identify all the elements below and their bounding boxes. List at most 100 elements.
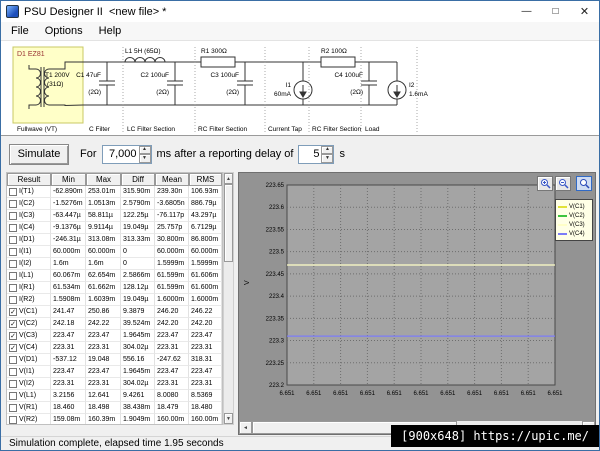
chart-plot[interactable]: 6.651 6.651 6.651 6.651 6.651 6.651 6.651 6.651… bbox=[239, 173, 595, 411]
row-checkbox[interactable] bbox=[9, 415, 17, 424]
result-label: V(D1) bbox=[19, 356, 38, 363]
row-checkbox[interactable] bbox=[9, 283, 17, 292]
table-row[interactable]: I(C3) -63.447µ 58.811µ 122.25µ -76.117p 43.29… bbox=[7, 210, 222, 222]
label-r2: R2 100Ω bbox=[321, 48, 347, 55]
menu-options[interactable]: Options bbox=[37, 23, 91, 39]
legend-label: V(C2) bbox=[569, 212, 585, 219]
menu-file[interactable]: File bbox=[3, 23, 37, 39]
table-row[interactable]: ✓ V(C2) 242.18 242.22 39.524m 242.20 242.20 bbox=[7, 318, 222, 330]
results-vertical-scrollbar[interactable]: ▲ ▼ bbox=[223, 172, 234, 425]
zoom-extents-button[interactable] bbox=[576, 176, 592, 191]
row-checkbox[interactable] bbox=[9, 259, 17, 268]
row-checkbox[interactable] bbox=[9, 391, 17, 400]
magnifier-plus-icon bbox=[540, 179, 551, 189]
row-checkbox[interactable] bbox=[9, 199, 17, 208]
row-checkbox[interactable] bbox=[9, 355, 17, 364]
table-row[interactable]: ✓ V(C3) 223.47 223.47 1.9645m 223.47 223.47 bbox=[7, 330, 222, 342]
section-label-fullwave: Fullwave (VT) bbox=[17, 126, 57, 133]
result-value: 86.800m bbox=[189, 234, 222, 246]
result-cell: V(I2) bbox=[7, 378, 51, 390]
row-checkbox[interactable] bbox=[9, 223, 17, 232]
zoom-in-button[interactable] bbox=[537, 176, 553, 191]
row-checkbox[interactable] bbox=[9, 235, 17, 244]
capacitor-c4[interactable] bbox=[361, 62, 377, 105]
result-cell: ✓ V(C2) bbox=[7, 318, 51, 330]
table-row[interactable]: I(C4) -9.1376µ 9.9114µ 19.049µ 25.757p 6.7129… bbox=[7, 222, 222, 234]
result-value: 223.31 bbox=[155, 378, 189, 390]
capacitor-c1[interactable] bbox=[99, 62, 115, 105]
row-checkbox[interactable] bbox=[9, 367, 17, 376]
table-row[interactable]: V(D1) -537.12 19.048 556.16 -247.62 318.31 bbox=[7, 354, 222, 366]
row-checkbox[interactable]: ✓ bbox=[9, 343, 17, 352]
table-row[interactable]: I(R2) 1.5908m 1.6039m 19.049µ 1.6000m 1.6000m bbox=[7, 294, 222, 306]
resistor-r1[interactable] bbox=[200, 56, 236, 68]
label-t1-impedance: (31Ω) bbox=[47, 81, 63, 88]
schematic-svg[interactable]: D1 EZ81 T1 200V (31Ω) C1 47uF (2Ω) L1 5H… bbox=[5, 41, 597, 136]
scroll-up-button[interactable]: ▲ bbox=[224, 173, 233, 184]
table-row[interactable]: ✓ V(C4) 223.31 223.31 304.02µ 223.31 223.31 bbox=[7, 342, 222, 354]
row-checkbox[interactable]: ✓ bbox=[9, 319, 17, 328]
table-row[interactable]: I(D1) -246.31µ 313.08m 313.33m 30.800m 86.800… bbox=[7, 234, 222, 246]
duration-spinner: ▲ ▼ bbox=[101, 144, 152, 164]
result-label: V(I2) bbox=[19, 380, 35, 387]
capacitor-c2[interactable] bbox=[167, 62, 183, 105]
result-cell: I(R1) bbox=[7, 282, 51, 294]
scroll-down-button[interactable]: ▼ bbox=[224, 413, 233, 424]
result-value: 223.31 bbox=[51, 378, 86, 390]
inductor-l1[interactable] bbox=[124, 57, 166, 63]
capacitor-c3[interactable] bbox=[237, 62, 253, 105]
result-value: 60.067m bbox=[51, 270, 86, 282]
load-i2[interactable] bbox=[387, 62, 407, 105]
row-checkbox[interactable]: ✓ bbox=[9, 307, 17, 316]
close-button[interactable]: ✕ bbox=[570, 1, 599, 22]
row-checkbox[interactable] bbox=[9, 247, 17, 256]
duration-input[interactable] bbox=[102, 145, 139, 163]
result-value: 19.049µ bbox=[121, 222, 155, 234]
table-row[interactable]: V(R2) 159.08m 160.39m 1.9049m 160.00m 160.00m bbox=[7, 414, 222, 424]
table-row[interactable]: I(T1) -62.890m 253.01m 315.90m 239.30n 106.93… bbox=[7, 186, 222, 198]
delay-down-button[interactable]: ▼ bbox=[321, 154, 334, 163]
result-value: 60.000m bbox=[86, 246, 121, 258]
result-value: 1.6039m bbox=[86, 294, 121, 306]
row-checkbox[interactable]: ✓ bbox=[9, 331, 17, 340]
table-row[interactable]: I(I1) 60.000m 60.000m 0 60.000m 60.000m bbox=[7, 246, 222, 258]
zoom-out-button[interactable] bbox=[555, 176, 571, 191]
table-row[interactable]: I(C2) -1.5276m 1.0513m 2.5790m -3.6805n 886.7… bbox=[7, 198, 222, 210]
table-row[interactable]: V(I1) 223.47 223.47 1.9645m 223.47 223.47 bbox=[7, 366, 222, 378]
duration-down-button[interactable]: ▼ bbox=[138, 154, 151, 163]
table-row[interactable]: ✓ V(C1) 241.47 250.86 9.3879 246.20 246.22 bbox=[7, 306, 222, 318]
y-tick-label: 223.65 bbox=[266, 183, 285, 189]
row-checkbox[interactable] bbox=[9, 379, 17, 388]
y-tick-label: 223.6 bbox=[269, 205, 285, 211]
row-checkbox[interactable] bbox=[9, 211, 17, 220]
delay-input[interactable] bbox=[299, 145, 322, 163]
menu-help[interactable]: Help bbox=[91, 23, 130, 39]
simulate-button[interactable]: Simulate bbox=[9, 143, 69, 165]
result-label: V(C3) bbox=[19, 332, 38, 339]
table-row[interactable]: V(L1) 3.2156 12.641 9.4261 8.0080 8.5369 bbox=[7, 390, 222, 402]
resistor-r2[interactable] bbox=[320, 56, 356, 68]
result-value: 25.757p bbox=[155, 222, 189, 234]
duration-up-button[interactable]: ▲ bbox=[138, 145, 151, 154]
delay-up-button[interactable]: ▲ bbox=[321, 145, 334, 154]
maximize-button[interactable]: □ bbox=[541, 1, 570, 22]
row-checkbox[interactable] bbox=[9, 403, 17, 412]
row-checkbox[interactable] bbox=[9, 271, 17, 280]
row-checkbox[interactable] bbox=[9, 295, 17, 304]
table-row[interactable]: I(R1) 61.534m 61.662m 128.12µ 61.599m 61.600m bbox=[7, 282, 222, 294]
label-c4: C4 100uF bbox=[334, 72, 363, 79]
result-value: 19.048 bbox=[86, 354, 121, 366]
result-value: 886.79µ bbox=[189, 198, 222, 210]
row-checkbox[interactable] bbox=[9, 187, 17, 196]
result-value: 242.18 bbox=[51, 318, 86, 330]
table-row[interactable]: I(L1) 60.067m 62.654m 2.5866m 61.599m 61.606m bbox=[7, 270, 222, 282]
result-value: 246.22 bbox=[189, 306, 222, 318]
result-cell: I(I2) bbox=[7, 258, 51, 270]
table-row[interactable]: V(I2) 223.31 223.31 304.02µ 223.31 223.31 bbox=[7, 378, 222, 390]
minimize-button[interactable]: — bbox=[512, 1, 541, 22]
vertical-scroll-thumb[interactable] bbox=[224, 184, 233, 262]
result-value: -246.31µ bbox=[51, 234, 86, 246]
table-row[interactable]: V(R1) 18.460 18.498 38.438m 18.479 18.480 bbox=[7, 402, 222, 414]
table-row[interactable]: I(I2) 1.6m 1.6m 0 1.5999m 1.5999m bbox=[7, 258, 222, 270]
scroll-left-button[interactable]: ◄ bbox=[239, 421, 252, 434]
